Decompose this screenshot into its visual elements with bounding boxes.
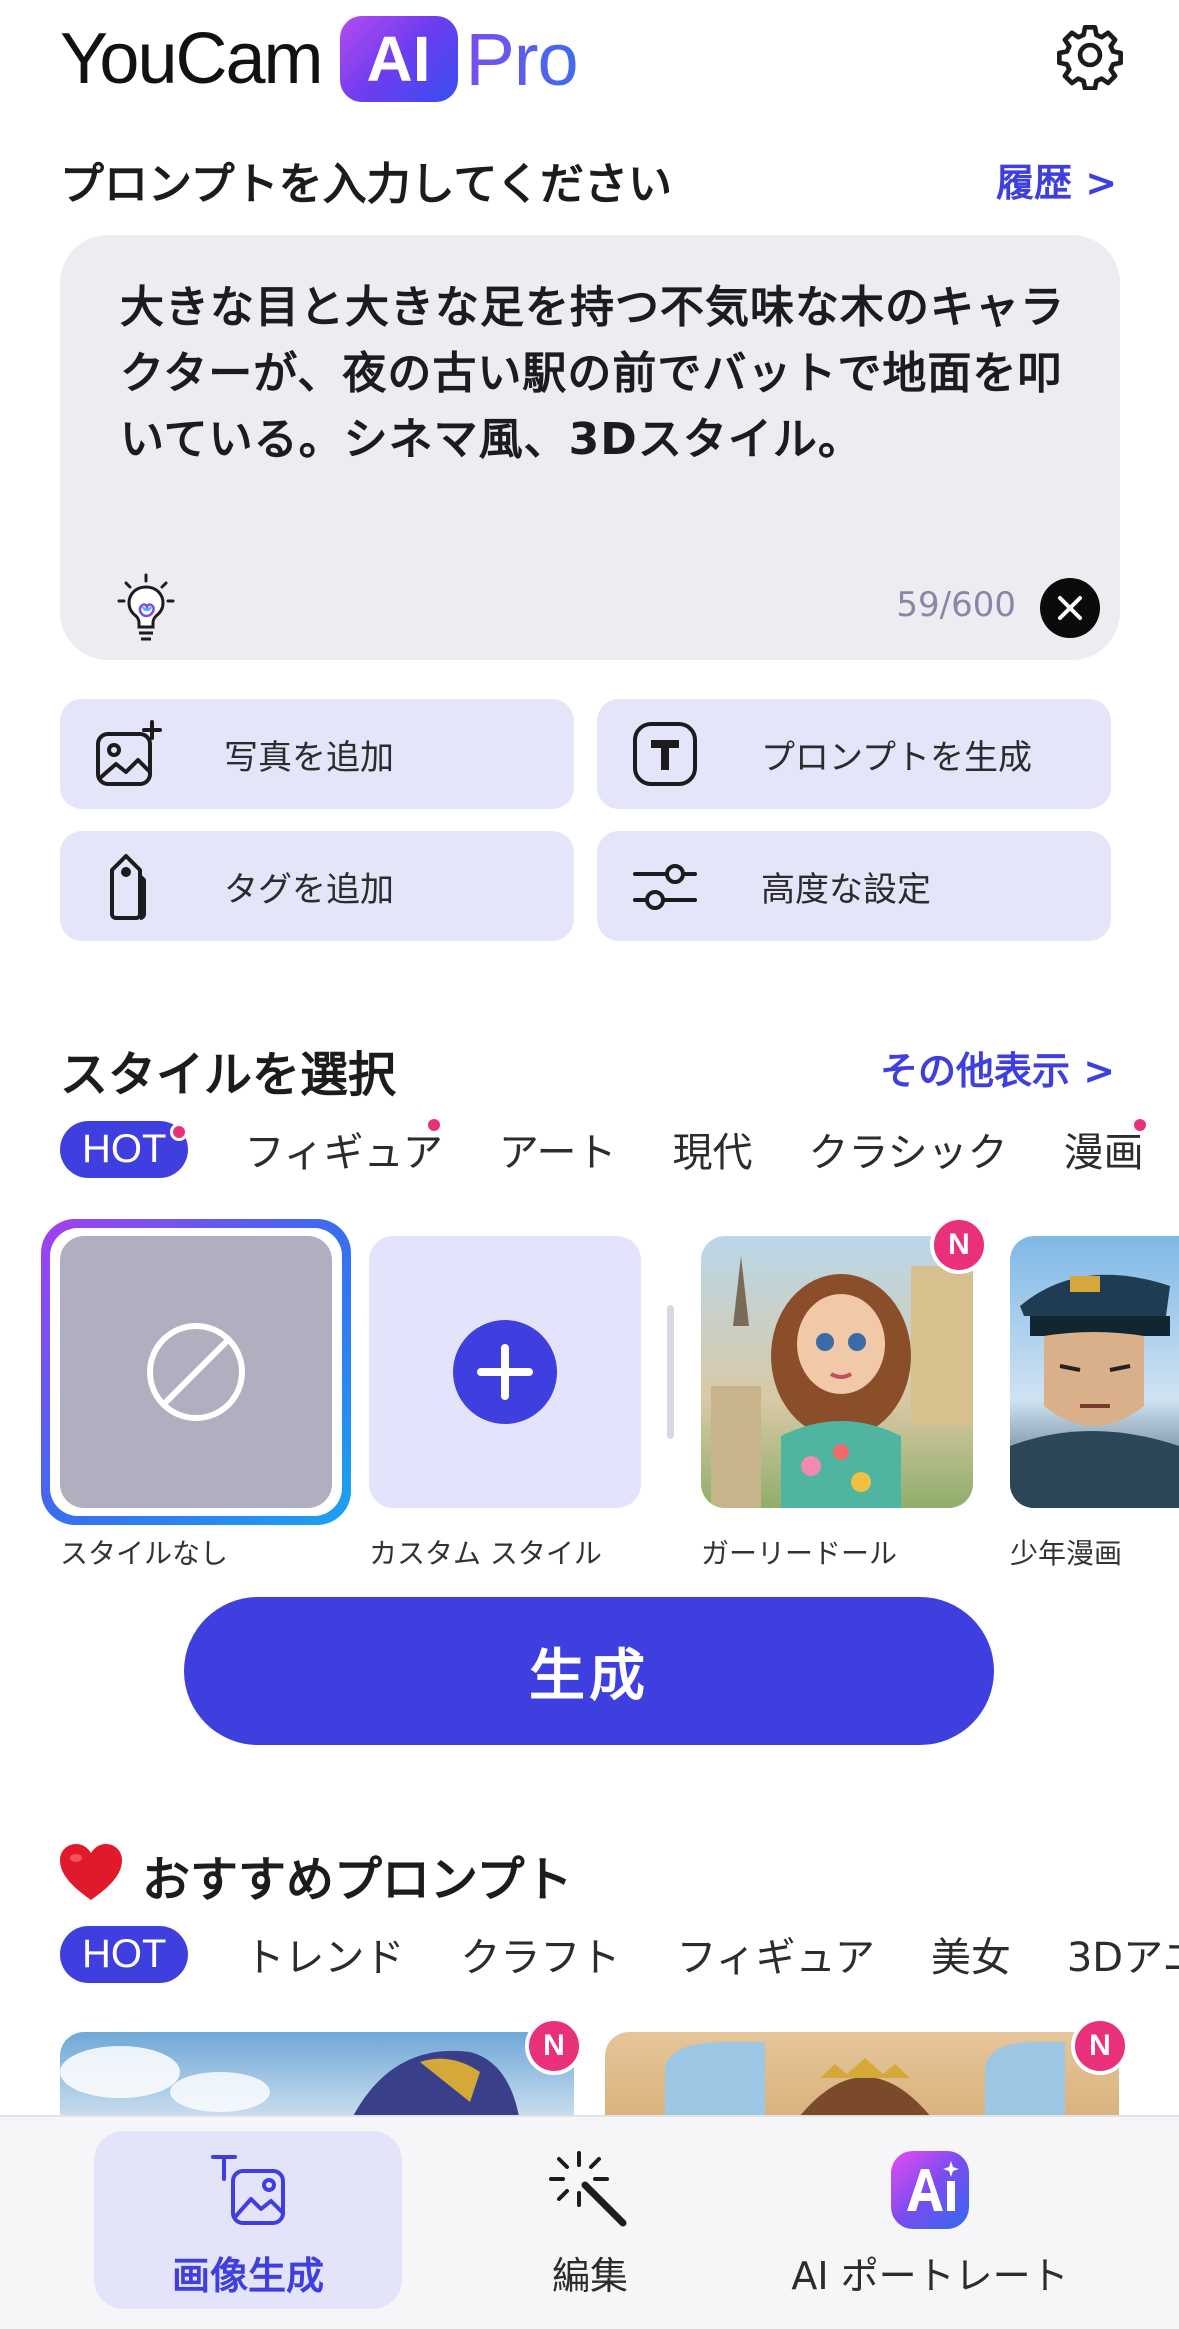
style-section-title: スタイルを選択 (60, 1047, 397, 1103)
recommended-prompts-title: おすすめプロンプト (142, 1852, 573, 1908)
nav-image-generation[interactable]: 画像生成 (94, 2131, 402, 2309)
style-tab-hot[interactable]: HOT (60, 1120, 189, 1178)
text-to-image-icon (203, 2145, 293, 2235)
prompt-textarea[interactable]: 大きな目と大きな足を持つ不気味な木のキャラクターが、夜の古い駅の前でバットで地面… (120, 275, 1080, 473)
shonen-manga-thumbnail (1010, 1274, 1179, 1508)
rec-tab-figure[interactable]: フィギュア (676, 1925, 874, 1983)
add-image-icon (90, 716, 166, 792)
style-card-none[interactable] (60, 1236, 332, 1508)
history-link[interactable]: 履歴 > (996, 152, 1117, 207)
rec-tab-beauty[interactable]: 美女 (931, 1925, 1011, 1983)
heart-icon (58, 1842, 124, 1904)
prompt-section-title: プロンプトを入力してください (60, 159, 673, 210)
style-category-tabs: HOT フィギュア アート 現代 クラシック 漫画 (60, 1120, 1179, 1178)
style-card-custom[interactable] (369, 1236, 641, 1508)
add-photo-button[interactable]: 写真を追加 (60, 699, 574, 809)
rec-tab-3d-anime[interactable]: 3Dアニ (1067, 1925, 1179, 1983)
rec-tab-trend[interactable]: トレンド (244, 1925, 404, 1983)
logo-youcam-text: YouCam (60, 19, 324, 99)
settings-gear-icon[interactable] (1055, 20, 1125, 91)
hot-tab-new-dot (170, 1123, 188, 1141)
logo-ai-badge: AI (339, 16, 458, 102)
style-tab-art[interactable]: アート (499, 1120, 617, 1178)
figure-tab-new-dot (425, 1116, 443, 1134)
new-badge: N (525, 2017, 583, 2075)
add-tag-button[interactable]: タグを追加 (60, 831, 574, 941)
ai-portrait-icon (885, 2145, 975, 2235)
rec-tab-hot[interactable]: HOT (60, 1925, 189, 1983)
generate-prompt-label: プロンプトを生成 (761, 737, 1032, 778)
nav-image-generation-label: 画像生成 (171, 2254, 324, 2298)
add-tag-label: タグを追加 (224, 869, 394, 910)
style-card-shonen-manga[interactable] (1010, 1236, 1179, 1508)
no-style-icon (147, 1323, 245, 1421)
style-tab-figure[interactable]: フィギュア (244, 1120, 442, 1178)
new-badge: N (1071, 2017, 1129, 2075)
generate-button[interactable]: 生成 (184, 1597, 994, 1745)
text-t-icon (627, 716, 703, 792)
recommended-thumbnail-1 (60, 2046, 520, 2122)
manga-tab-new-dot (1131, 1116, 1149, 1134)
style-shonen-manga-label: 少年漫画 (1010, 1537, 1123, 1570)
recommended-category-tabs: HOT トレンド クラフト フィギュア 美女 3Dアニ (60, 1925, 1179, 1983)
lightbulb-icon[interactable] (116, 573, 176, 647)
magic-wand-icon (545, 2145, 635, 2235)
rec-tab-craft[interactable]: クラフト (460, 1925, 620, 1983)
show-more-styles-link[interactable]: その他表示 > (880, 1040, 1115, 1095)
add-photo-label: 写真を追加 (224, 737, 394, 778)
recommended-thumbnail-2 (665, 2042, 1065, 2122)
character-counter: 59/600 (896, 585, 1016, 625)
generate-prompt-button[interactable]: プロンプトを生成 (597, 699, 1111, 809)
style-custom-label: カスタム スタイル (369, 1537, 602, 1570)
plus-icon (453, 1320, 557, 1424)
girly-doll-thumbnail (711, 1256, 973, 1508)
advanced-settings-button[interactable]: 高度な設定 (597, 831, 1111, 941)
clear-prompt-button[interactable] (1040, 578, 1100, 638)
advanced-settings-label: 高度な設定 (761, 869, 931, 910)
sliders-icon (627, 848, 703, 924)
prompt-input-box[interactable]: 大きな目と大きな足を持つ不気味な木のキャラクターが、夜の古い駅の前でバットで地面… (60, 235, 1120, 660)
style-tab-classic[interactable]: クラシック (808, 1120, 1007, 1178)
style-none-label: スタイルなし (60, 1537, 229, 1570)
nav-ai-portrait[interactable]: AI ポートレート (770, 2131, 1090, 2309)
nav-edit[interactable]: 編集 (460, 2131, 720, 2309)
close-icon (1058, 596, 1082, 620)
recommended-card-1[interactable] (60, 2032, 574, 2122)
nav-edit-label: 編集 (551, 2254, 628, 2298)
style-tab-modern[interactable]: 現代 (672, 1120, 752, 1178)
logo-pro-text: Pro (465, 17, 579, 101)
recommended-card-2[interactable] (605, 2032, 1119, 2122)
nav-ai-portrait-label: AI ポートレート (791, 2254, 1069, 2298)
style-card-girly-doll[interactable] (701, 1236, 973, 1508)
bottom-navigation-bar: 画像生成 編集 AI ポートレート (0, 2115, 1179, 2329)
new-badge: N (930, 1216, 988, 1274)
style-girly-doll-label: ガーリードール (701, 1537, 898, 1570)
app-logo: YouCam AI Pro (60, 14, 579, 104)
card-divider (667, 1305, 674, 1439)
tag-icon (90, 848, 166, 924)
